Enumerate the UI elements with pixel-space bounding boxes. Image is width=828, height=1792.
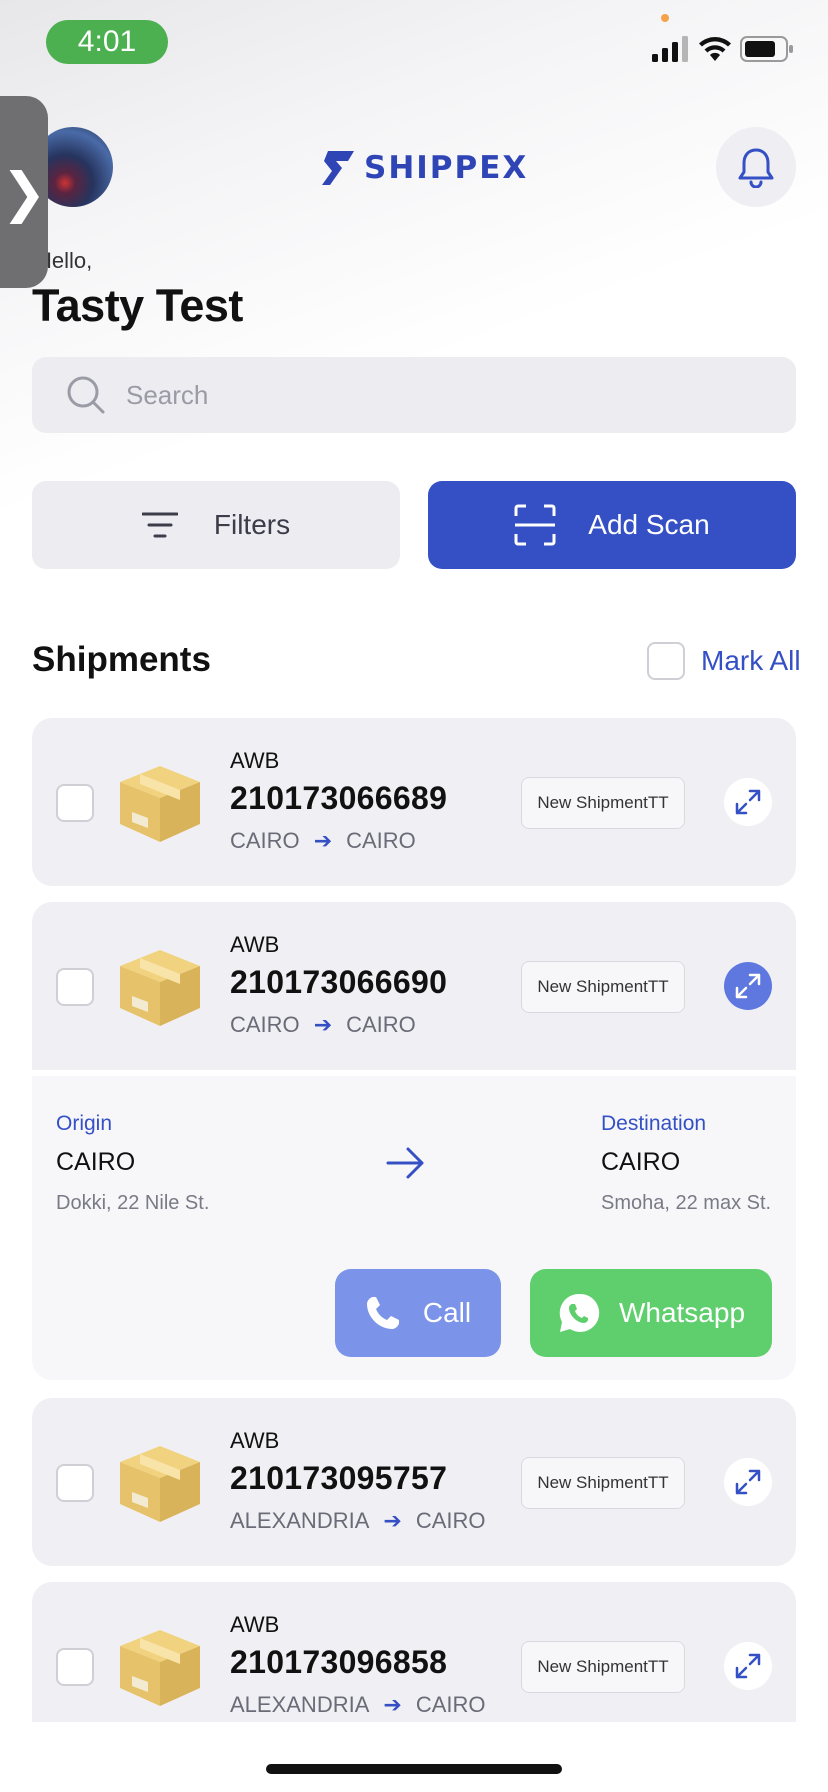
destination-city: CAIRO [601, 1148, 681, 1176]
expand-button[interactable] [724, 1642, 772, 1690]
wifi-icon [699, 37, 731, 61]
route-from: CAIRO [230, 1012, 300, 1037]
shipment-details-panel: Origin CAIRO Dokki, 22 Nile St. Destinat… [32, 1076, 796, 1380]
route: ALEXANDRIA ➔ CAIRO [230, 1508, 486, 1534]
expand-icon [735, 789, 761, 815]
brand-name: SHIPPEX [364, 150, 529, 186]
chevron-right-icon: ❯ [1, 160, 47, 224]
route-to: CAIRO [415, 1508, 486, 1533]
status-badge: New ShipmentTT [521, 961, 685, 1013]
package-icon [120, 1446, 200, 1522]
expand-icon [735, 973, 761, 999]
shipment-checkbox[interactable] [56, 784, 94, 822]
expand-button[interactable] [724, 1458, 772, 1506]
bottom-safe-area [0, 1722, 828, 1792]
awb-label: AWB [230, 1428, 280, 1453]
arrow-right-icon: ➔ [313, 1012, 333, 1037]
mark-all-checkbox[interactable] [647, 642, 685, 680]
status-badge: New ShipmentTT [521, 777, 685, 829]
shipments-title: Shipments [32, 640, 211, 679]
awb-number: 210173095757 [230, 1460, 448, 1496]
expand-button[interactable] [724, 778, 772, 826]
shippex-logo-icon [322, 151, 354, 185]
package-icon [120, 950, 200, 1026]
filters-button[interactable]: Filters [32, 481, 400, 569]
notifications-button[interactable] [716, 127, 796, 207]
whatsapp-icon [559, 1293, 600, 1332]
call-label: Call [422, 1297, 472, 1328]
filter-icon [141, 512, 178, 538]
arrow-right-icon: ➔ [383, 1692, 402, 1717]
home-indicator[interactable] [266, 1764, 562, 1774]
expand-icon [735, 1469, 761, 1495]
brand-logo: SHIPPEX [322, 148, 528, 188]
cellular-signal-icon [652, 36, 688, 62]
origin-city: CAIRO [56, 1148, 136, 1176]
awb-number: 210173066689 [230, 780, 448, 816]
call-button[interactable]: Call [335, 1269, 501, 1357]
add-scan-button[interactable]: Add Scan [428, 481, 796, 569]
mark-all-label[interactable]: Mark All [701, 645, 801, 677]
bell-icon [738, 148, 774, 188]
awb-number: 210173066690 [230, 964, 448, 1000]
shipment-card[interactable]: AWB 210173095757 ALEXANDRIA ➔ CAIRO New … [32, 1398, 796, 1566]
whatsapp-button[interactable]: Whatsapp [530, 1269, 772, 1357]
shipment-card[interactable]: AWB 210173066690 CAIRO ➔ CAIRO New Shipm… [32, 902, 796, 1070]
destination-label: Destination [601, 1112, 707, 1135]
awb-label: AWB [230, 932, 280, 957]
user-name: Tasty Test [32, 280, 243, 331]
route: ALEXANDRIA ➔ CAIRO [230, 1692, 486, 1718]
arrow-right-icon [386, 1147, 424, 1179]
origin-label: Origin [56, 1112, 113, 1135]
route: CAIRO ➔ CAIRO [230, 828, 416, 854]
shipment-card[interactable]: AWB 210173066689 CAIRO ➔ CAIRO New Shipm… [32, 718, 796, 886]
search-placeholder: Search [126, 379, 209, 410]
destination-address: Smoha, 22 max St. [601, 1192, 772, 1214]
status-time: 4:01 [46, 20, 168, 64]
route-to: CAIRO [346, 828, 416, 853]
scan-icon [514, 504, 556, 546]
search-input[interactable]: Search [32, 357, 796, 433]
add-scan-label: Add Scan [588, 509, 710, 540]
privacy-indicator-dot [661, 14, 669, 22]
shipment-checkbox[interactable] [56, 1464, 94, 1502]
filters-label: Filters [213, 509, 291, 540]
origin-address: Dokki, 22 Nile St. [56, 1192, 210, 1214]
status-badge: New ShipmentTT [521, 1457, 685, 1509]
status-badge: New ShipmentTT [521, 1641, 685, 1693]
awb-label: AWB [230, 1612, 280, 1637]
expand-button[interactable] [724, 962, 772, 1010]
awb-number: 210173096858 [230, 1644, 448, 1680]
battery-icon [740, 36, 793, 62]
whatsapp-label: Whatsapp [618, 1297, 746, 1328]
search-icon [67, 376, 105, 414]
side-drawer-tab[interactable]: ❯ [0, 96, 48, 288]
package-icon [120, 766, 200, 842]
route-from: ALEXANDRIA [230, 1508, 370, 1533]
shipment-checkbox[interactable] [56, 968, 94, 1006]
arrow-right-icon: ➔ [313, 828, 333, 853]
route-from: CAIRO [230, 828, 300, 853]
phone-icon [366, 1297, 399, 1329]
expand-icon [735, 1653, 761, 1679]
route: CAIRO ➔ CAIRO [230, 1012, 416, 1038]
shipment-checkbox[interactable] [56, 1648, 94, 1686]
awb-label: AWB [230, 748, 280, 773]
route-to: CAIRO [415, 1692, 486, 1717]
route-from: ALEXANDRIA [230, 1692, 370, 1717]
package-icon [120, 1630, 200, 1706]
arrow-right-icon: ➔ [383, 1508, 402, 1533]
route-to: CAIRO [346, 1012, 416, 1037]
